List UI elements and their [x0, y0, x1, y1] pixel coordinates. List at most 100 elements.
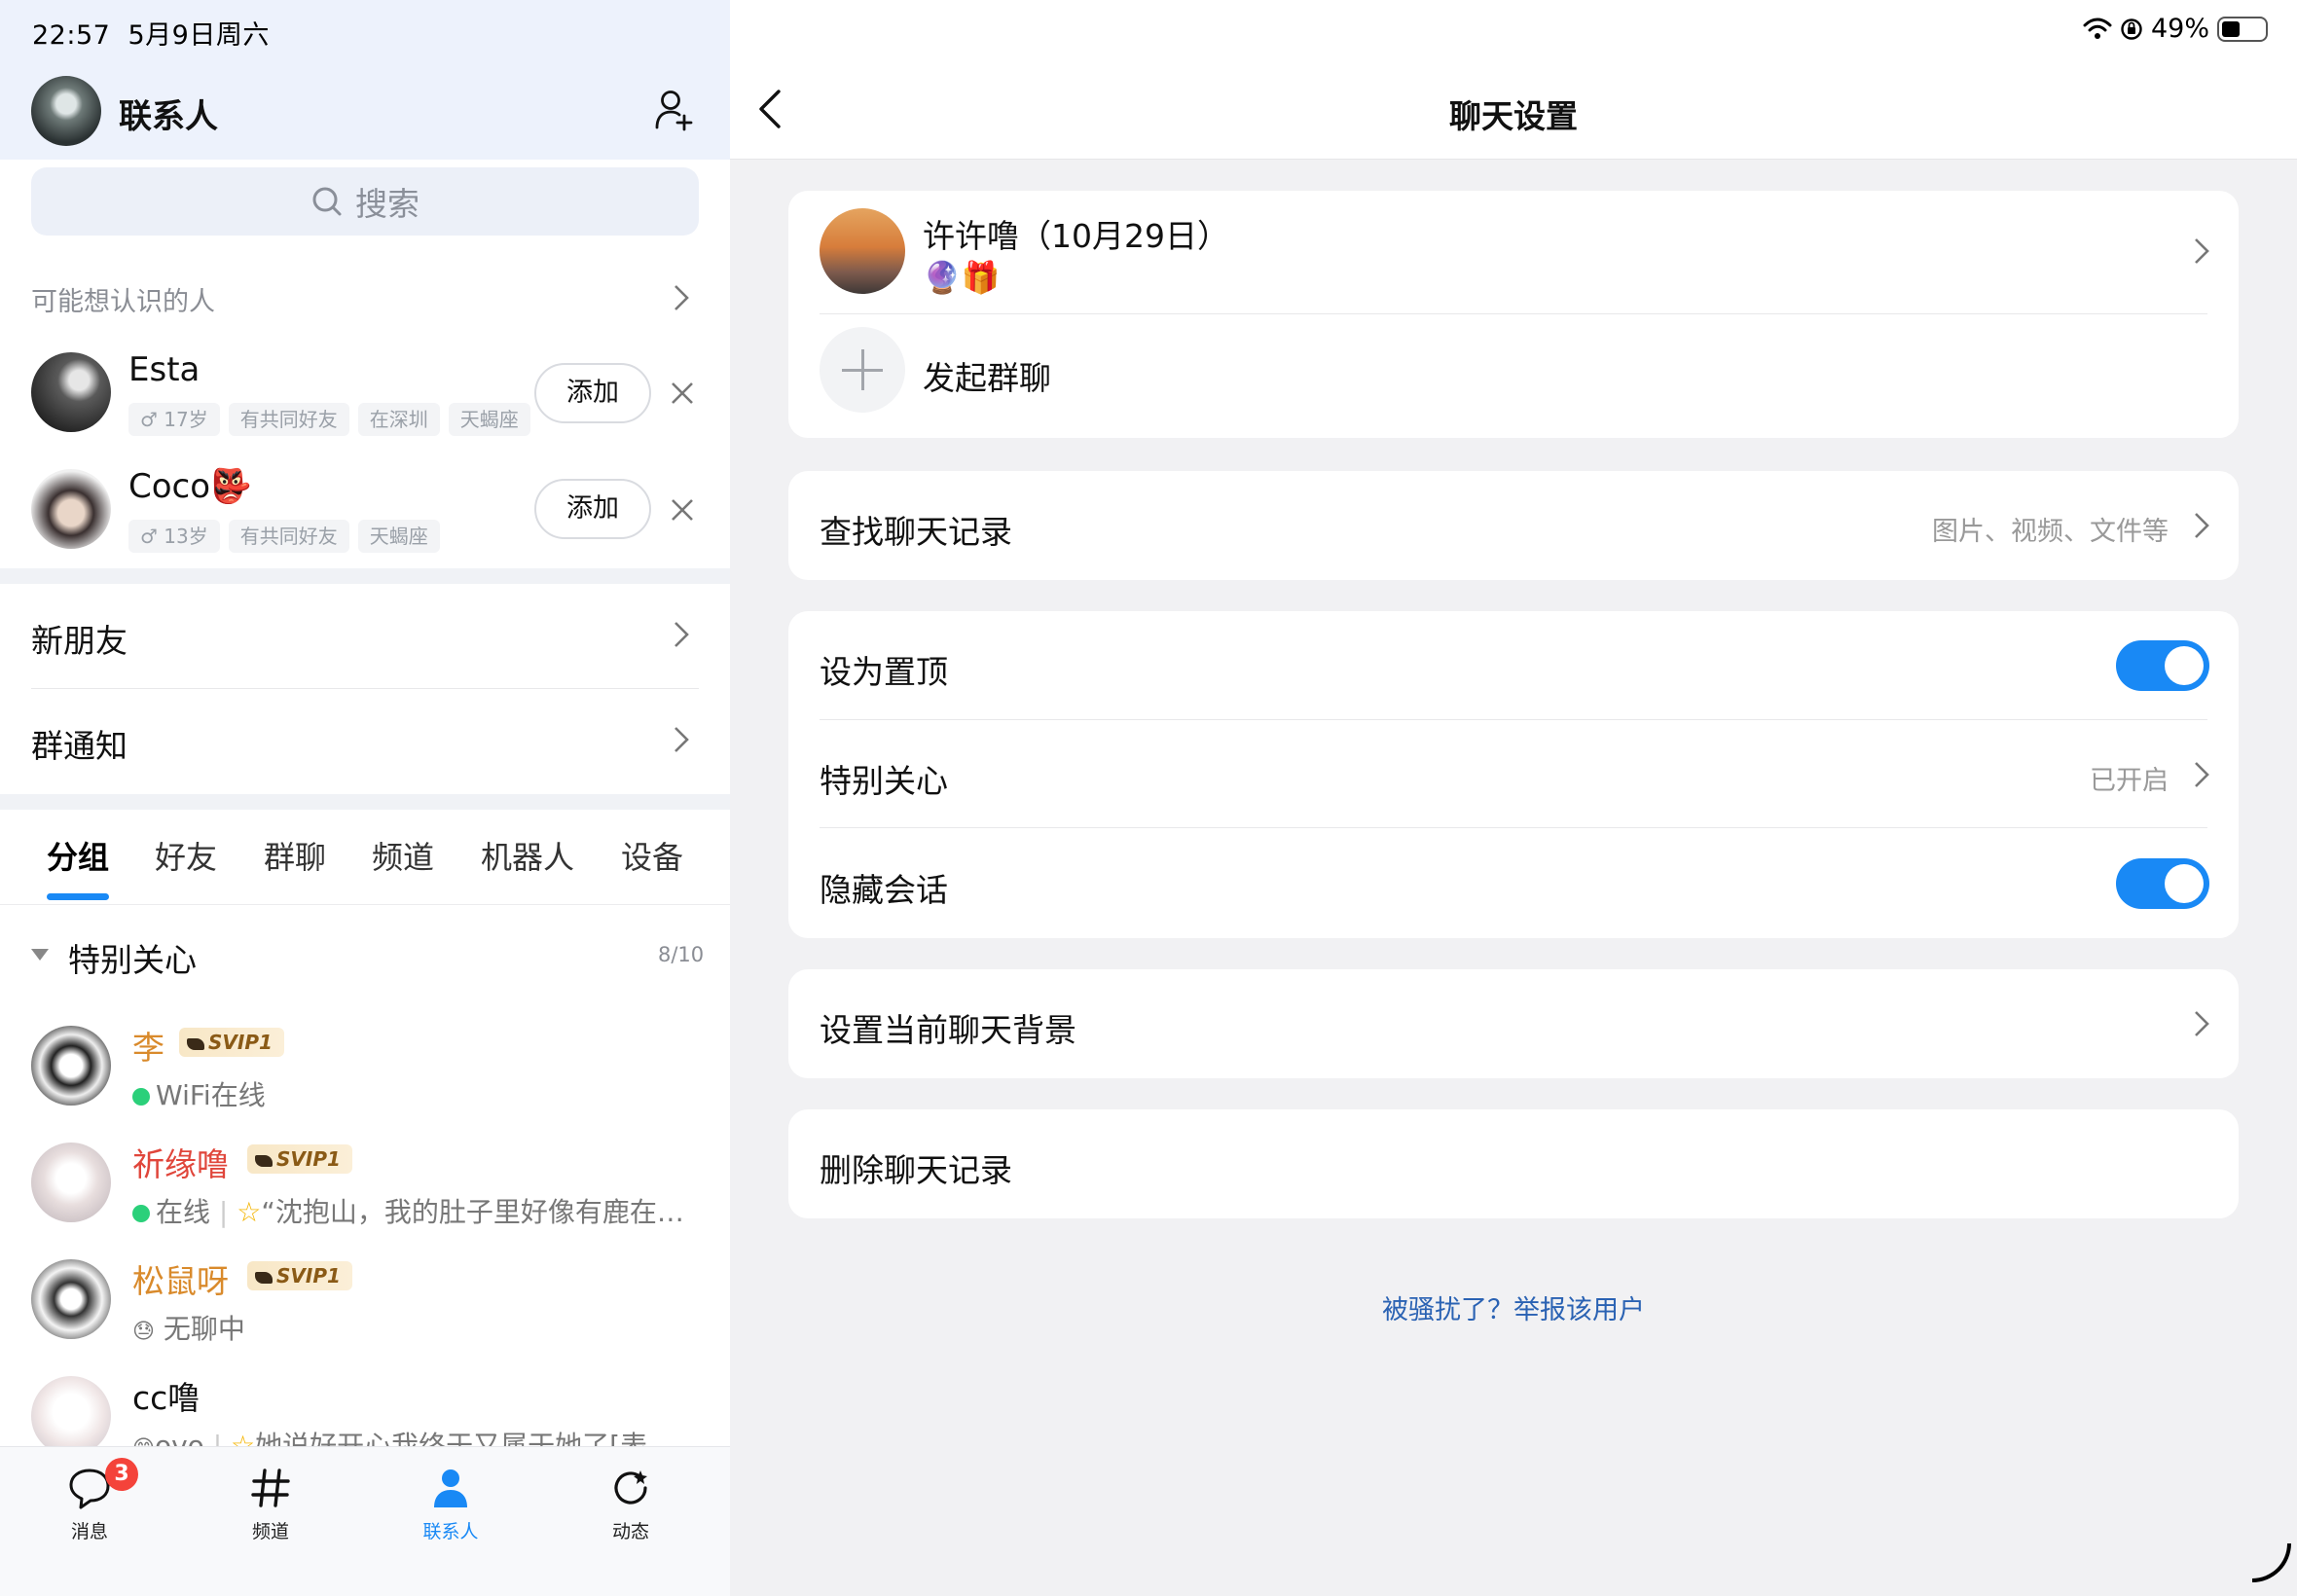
report-user-link[interactable]: 被骚扰了？举报该用户: [730, 1288, 2297, 1326]
start-group-row[interactable]: 发起群聊: [923, 352, 1051, 399]
contact-name[interactable]: cc噜: [132, 1372, 200, 1419]
dismiss-icon[interactable]: [670, 497, 695, 523]
tab-groups[interactable]: 分组: [47, 833, 109, 878]
contact-tabs: 分组 好友 群聊 频道 机器人 设备: [0, 810, 730, 905]
svip-badge: SVIP1: [247, 1261, 352, 1290]
contact-status: 😊ovo | ☆她说好开心我终于又属于她了[表: [132, 1425, 647, 1446]
time-text: 22:57: [32, 20, 111, 51]
contact-status: WiFi在线: [132, 1074, 266, 1113]
contact-name[interactable]: 李: [132, 1022, 164, 1069]
crown-icon: [187, 1038, 204, 1050]
recommend-name[interactable]: Coco👺: [128, 467, 251, 506]
friend-card: 许许噜（10月29日） 🔮🎁 发起群聊: [788, 191, 2239, 438]
recommend-avatar[interactable]: [31, 352, 111, 432]
search-history-card[interactable]: 查找聊天记录 图片、视频、文件等: [788, 471, 2239, 580]
search-input[interactable]: 搜索: [31, 167, 699, 236]
tab-channels[interactable]: 频道: [372, 833, 434, 878]
contact-avatar[interactable]: [31, 1026, 111, 1106]
nav-channels[interactable]: 频道: [222, 1465, 319, 1543]
chat-background-label: 设置当前聊天背景: [820, 1011, 1076, 1049]
page-title: 聊天设置: [1449, 97, 1578, 135]
contact-avatar[interactable]: [31, 1259, 111, 1339]
status-text: 无聊中: [163, 1313, 245, 1345]
smile-emoji-icon: 😊: [132, 1436, 155, 1446]
person-icon: [434, 1469, 467, 1507]
svip-text: SVIP1: [276, 1264, 341, 1288]
rotation-lock-icon: [2121, 18, 2142, 40]
new-friends-row[interactable]: 新朋友: [31, 615, 128, 662]
nav-moments[interactable]: 动态: [582, 1465, 679, 1543]
delete-history-label: 删除聊天记录: [820, 1151, 1012, 1189]
dismiss-icon[interactable]: [670, 381, 695, 406]
chevron-right-icon[interactable]: [2194, 237, 2209, 265]
svip-badge: SVIP1: [247, 1144, 352, 1174]
tag-mutual: 有共同好友: [228, 403, 349, 436]
friend-name[interactable]: 许许噜（10月29日）: [923, 210, 1229, 257]
delete-history-card[interactable]: 删除聊天记录: [788, 1109, 2239, 1218]
status-icons: 49%: [2083, 14, 2268, 44]
contact-name[interactable]: 松鼠呀: [132, 1255, 229, 1302]
add-button[interactable]: 添加: [534, 363, 651, 423]
contact-avatar[interactable]: [31, 1143, 111, 1222]
chevron-right-icon[interactable]: [674, 621, 689, 648]
tag-zodiac: 天蝎座: [357, 520, 440, 553]
hide-chat-toggle[interactable]: [2116, 858, 2209, 909]
recommend-avatar[interactable]: [31, 469, 111, 549]
plus-icon[interactable]: [820, 327, 905, 413]
contact-list: 李 SVIP1 WiFi在线 祈缘噜 SVIP1 在线 | ☆“沈抱山，我的肚子…: [0, 1000, 730, 1446]
tag-mutual: 有共同好友: [228, 520, 349, 553]
hide-chat-label: 隐藏会话: [820, 871, 948, 909]
nav-contacts[interactable]: 联系人: [402, 1465, 499, 1543]
search-history-hint: 图片、视频、文件等: [1932, 517, 2169, 547]
search-placeholder: 搜索: [355, 185, 419, 223]
recommend-name[interactable]: Esta: [128, 350, 200, 389]
recommend-tags: ♂ 17岁 有共同好友 在深圳 天蝎座: [128, 403, 539, 436]
signature-text: 她说好开心我终于又属于她了[表: [255, 1430, 648, 1446]
my-avatar[interactable]: [31, 76, 101, 146]
special-care-hint: 已开启: [2090, 766, 2169, 796]
tab-bots[interactable]: 机器人: [481, 833, 574, 878]
recommend-tags: ♂ 13岁 有共同好友 天蝎座: [128, 520, 449, 553]
divider: [820, 719, 2207, 720]
tab-indicator: [47, 893, 109, 900]
chevron-right-icon[interactable]: [674, 726, 689, 753]
status-time: 22:57 5月9日周六: [32, 14, 270, 52]
group-notice-row[interactable]: 群通知: [31, 720, 128, 767]
collapse-triangle-icon[interactable]: [31, 949, 49, 961]
battery-text: 49%: [2150, 14, 2209, 44]
group-count: 8/10: [658, 943, 705, 966]
tag-location: 在深圳: [357, 403, 440, 436]
friend-badges: 🔮🎁: [923, 259, 1001, 296]
battery-icon: [2217, 16, 2268, 42]
add-button[interactable]: 添加: [534, 479, 651, 539]
contacts-pane: 22:57 5月9日周六 联系人 搜索 可能想认识的人 Esta ♂ 17岁 有…: [0, 0, 730, 1596]
friend-avatar[interactable]: [820, 208, 905, 294]
may-know-heading: 可能想认识的人: [31, 287, 215, 317]
online-dot-icon: [132, 1205, 150, 1222]
contact-name[interactable]: 祈缘噜: [132, 1139, 229, 1185]
tab-group-chats[interactable]: 群聊: [264, 833, 326, 878]
search-icon: [312, 187, 342, 216]
tag-gender-age: ♂ 13岁: [128, 520, 220, 553]
tag-gender-age: ♂ 17岁: [128, 403, 220, 436]
star-icon: ☆: [231, 1430, 256, 1446]
svip-text: SVIP1: [208, 1031, 273, 1054]
tab-friends[interactable]: 好友: [155, 833, 217, 878]
corner-gesture-icon: [2252, 1543, 2291, 1582]
special-care-label[interactable]: 特别关心: [820, 755, 948, 802]
bored-emoji-icon: 😓: [132, 1320, 155, 1344]
nav-label: 频道: [251, 1521, 289, 1542]
pin-toggle[interactable]: [2116, 640, 2209, 691]
add-friend-icon[interactable]: [654, 89, 693, 131]
chevron-right-icon[interactable]: [2194, 761, 2209, 788]
chevron-right-icon[interactable]: [674, 284, 689, 311]
chat-background-card[interactable]: 设置当前聊天背景: [788, 969, 2239, 1078]
crown-icon: [255, 1155, 273, 1167]
contact-status: 😓 无聊中: [132, 1308, 245, 1347]
contact-avatar[interactable]: [31, 1376, 111, 1446]
refresh-star-icon: [614, 1470, 647, 1505]
divider: [31, 688, 699, 689]
contact-status: 在线 | ☆“沈抱山，我的肚子里好像有鹿在…: [132, 1191, 684, 1230]
chat-options-card: 设为置顶 特别关心 已开启 隐藏会话: [788, 611, 2239, 938]
tab-devices[interactable]: 设备: [621, 833, 683, 878]
